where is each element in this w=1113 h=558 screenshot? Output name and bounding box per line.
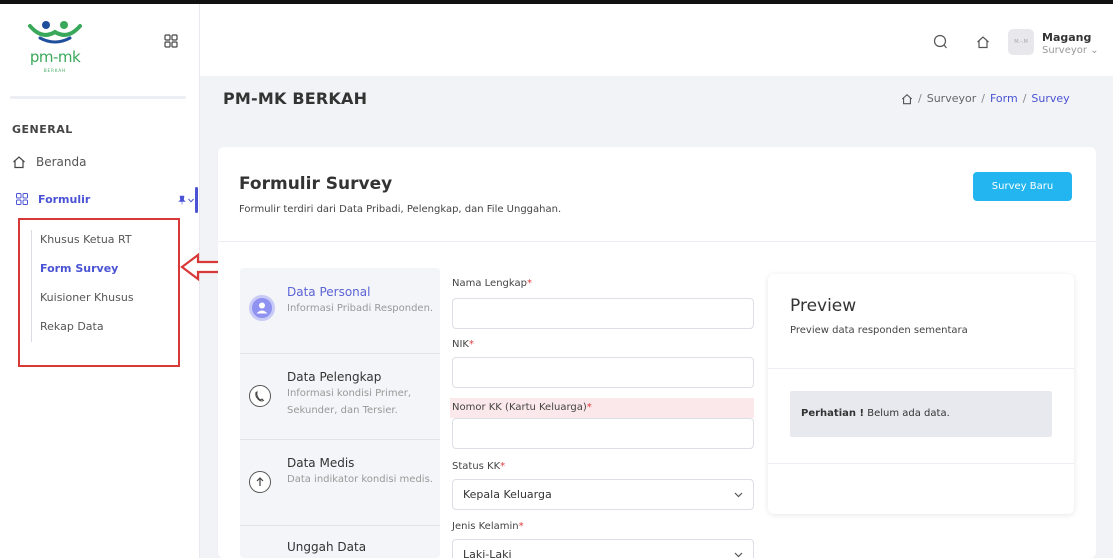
- breadcrumb-separator: /: [1022, 92, 1027, 105]
- card-subtitle: Formulir terdiri dari Data Pribadi, Pele…: [239, 204, 562, 215]
- sidebar-divider: [10, 96, 186, 99]
- status-kk-select[interactable]: Kepala Keluarga: [452, 479, 754, 510]
- new-survey-button[interactable]: Survey Baru: [973, 172, 1072, 201]
- chevron-down-icon[interactable]: [188, 198, 194, 203]
- pin-icon[interactable]: [177, 195, 187, 205]
- top-header: M.-.M Magang Surveyor ⌄: [200, 4, 1113, 76]
- logo-subtext: BERKAH: [43, 68, 67, 73]
- personal-data-form: Nama Lengkap* NIK* Nomor KK (Kartu Kelua…: [440, 268, 762, 558]
- grid-menu-icon[interactable]: [164, 34, 178, 48]
- search-icon[interactable]: [933, 34, 949, 50]
- sidebar-item-label: Formulir: [38, 192, 91, 206]
- chevron-down-icon: [734, 552, 743, 557]
- jenis-kelamin-label: Jenis Kelamin*: [452, 521, 524, 532]
- preview-panel: Preview Preview data responden sementara…: [768, 274, 1074, 514]
- home-icon[interactable]: [901, 93, 913, 105]
- step-title: Data Personal: [287, 285, 371, 299]
- step-divider: [240, 353, 440, 354]
- survey-form-card: Formulir Survey Formulir terdiri dari Da…: [218, 147, 1096, 558]
- jenis-kelamin-select[interactable]: Laki-Laki: [452, 539, 754, 558]
- grid-icon: [16, 193, 28, 205]
- preview-empty-alert: Perhatian ! Belum ada data.: [790, 391, 1052, 437]
- jenis-kelamin-value: Laki-Laki: [463, 548, 512, 558]
- preview-divider: [768, 463, 1074, 464]
- active-indicator: [195, 187, 198, 213]
- home-icon[interactable]: [976, 35, 990, 49]
- user-role-dropdown[interactable]: Surveyor ⌄: [1042, 45, 1099, 56]
- page-title: PM-MK BERKAH: [223, 89, 368, 108]
- brand-logo[interactable]: pm-mk BERKAH: [22, 18, 88, 74]
- nomor-kk-label: Nomor KK (Kartu Keluarga)*: [450, 398, 754, 418]
- breadcrumb-separator: /: [918, 92, 922, 105]
- home-icon: [13, 156, 25, 169]
- preview-divider: [768, 368, 1074, 369]
- breadcrumb-separator: /: [981, 92, 985, 105]
- nik-input[interactable]: [452, 357, 754, 388]
- card-divider: [218, 241, 1096, 242]
- breadcrumb-form[interactable]: Form: [990, 92, 1018, 105]
- sidebar-item-beranda[interactable]: Beranda: [12, 151, 86, 173]
- preview-title: Preview: [790, 296, 857, 316]
- step-description: Informasi kondisi Primer, Sekunder, dan …: [287, 388, 412, 416]
- form-steps: Data Personal Informasi Pribadi Responde…: [240, 268, 440, 558]
- avatar[interactable]: M.-.M: [1008, 29, 1034, 55]
- nama-lengkap-input[interactable]: [452, 298, 754, 329]
- step-divider: [240, 439, 440, 440]
- status-kk-label: Status KK*: [452, 461, 506, 472]
- nama-lengkap-label: Nama Lengkap*: [452, 278, 532, 289]
- step-description: Data indikator kondisi medis.: [287, 474, 433, 485]
- step-description: Informasi Pribadi Responden.: [287, 303, 434, 314]
- step-title: Data Pelengkap: [287, 370, 382, 384]
- nik-label: NIK*: [452, 339, 474, 350]
- annotation-highlight-box: [18, 218, 180, 367]
- step-title: Data Medis: [287, 456, 355, 470]
- sidebar-item-label: Beranda: [36, 155, 87, 169]
- step-divider: [240, 525, 440, 526]
- nomor-kk-input[interactable]: [452, 418, 754, 449]
- phone-icon: [249, 385, 271, 407]
- logo-handshake-icon: [28, 21, 82, 44]
- user-name[interactable]: Magang: [1042, 31, 1091, 44]
- step-title: Unggah Data: [287, 540, 367, 554]
- preview-subtitle: Preview data responden sementara: [790, 325, 968, 336]
- status-kk-value: Kepala Keluarga: [463, 488, 552, 501]
- sidebar-item-formulir[interactable]: Formulir: [16, 188, 90, 210]
- medical-icon: [249, 471, 271, 493]
- sidebar-section-title: GENERAL: [12, 123, 73, 136]
- card-title: Formulir Survey: [239, 174, 393, 194]
- breadcrumb: / Surveyor / Form / Survey: [901, 92, 1070, 105]
- breadcrumb-surveyor[interactable]: Surveyor: [927, 92, 977, 105]
- breadcrumb-survey[interactable]: Survey: [1031, 92, 1069, 105]
- user-icon: [249, 295, 275, 321]
- chevron-down-icon: [734, 492, 743, 497]
- logo-text: pm-mk: [29, 48, 81, 66]
